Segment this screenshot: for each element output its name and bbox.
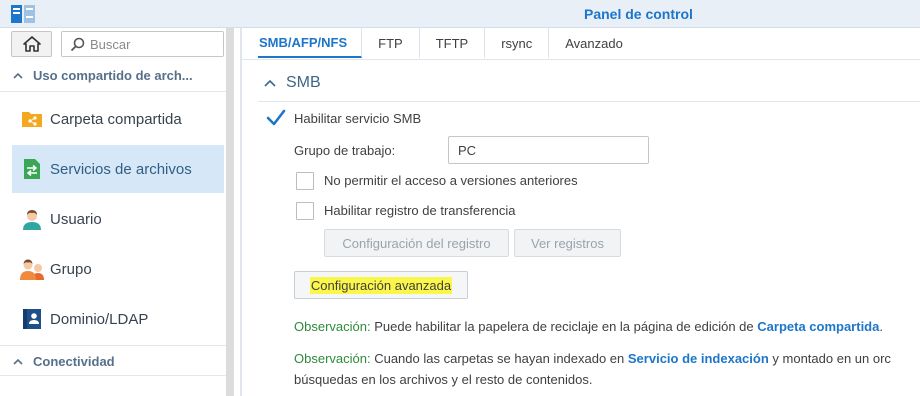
note-text: y montado en un orc xyxy=(768,351,891,366)
checkmark-icon xyxy=(266,109,286,126)
tab-ftp[interactable]: FTP xyxy=(362,28,420,58)
sidebar-divider xyxy=(240,28,242,396)
indexing-service-link[interactable]: Servicio de indexación xyxy=(628,351,769,366)
smb-section-header[interactable]: SMB xyxy=(264,74,321,92)
deny-previous-versions-label: No permitir el acceso a versiones anteri… xyxy=(324,173,578,188)
tab-advanced[interactable]: Avanzado xyxy=(549,28,639,58)
section-divider xyxy=(0,375,226,376)
section-connectivity[interactable]: Conectividad xyxy=(13,351,115,371)
enable-smb-checkbox[interactable] xyxy=(266,109,286,127)
note-text: Puede habilitar la papelera de reciclaje… xyxy=(370,319,758,334)
home-icon xyxy=(22,36,41,52)
note-suffix: . xyxy=(879,319,883,334)
workgroup-label: Grupo de trabajo: xyxy=(294,143,396,158)
tab-smb-afp-nfs[interactable]: SMB/AFP/NFS xyxy=(258,28,363,58)
title-bar: Panel de control xyxy=(0,0,920,28)
chevron-up-icon xyxy=(13,358,23,365)
sidebar-item-user[interactable]: Usuario xyxy=(12,195,224,243)
control-panel-app-icon xyxy=(11,5,35,23)
section-connectivity-label: Conectividad xyxy=(33,353,115,369)
window-title: Panel de control xyxy=(584,6,693,22)
tab-bar: SMB/AFP/NFS FTP TFTP rsync Avanzado xyxy=(258,28,639,60)
enable-smb-label: Habilitar servicio SMB xyxy=(294,111,422,126)
user-icon xyxy=(20,207,44,231)
tab-rsync[interactable]: rsync xyxy=(485,28,550,58)
deny-previous-versions-checkbox[interactable] xyxy=(296,172,314,190)
section-divider xyxy=(258,101,920,102)
sidebar-item-shared-folder[interactable]: Carpeta compartida xyxy=(12,95,224,143)
smb-section-title: SMB xyxy=(286,74,321,91)
tab-tftp[interactable]: TFTP xyxy=(420,28,486,58)
home-button[interactable] xyxy=(11,31,52,57)
sidebar-item-file-services[interactable]: Servicios de archivos xyxy=(12,145,224,193)
search-icon xyxy=(70,37,85,52)
transfer-log-label: Habilitar registro de transferencia xyxy=(324,203,516,218)
advanced-settings-label: Configuración avanzada xyxy=(309,276,453,294)
workgroup-input[interactable] xyxy=(448,136,649,164)
sidebar-item-group[interactable]: Grupo xyxy=(12,245,224,293)
note-prefix: Observación: xyxy=(294,351,371,366)
sidebar-item-label: Dominio/LDAP xyxy=(50,310,149,328)
tab-divider xyxy=(242,59,920,60)
sidebar-item-domain-ldap[interactable]: Dominio/LDAP xyxy=(12,295,224,343)
sidebar-item-label: Servicios de archivos xyxy=(50,160,192,178)
note-text: Cuando las carpetas se hayan indexado en xyxy=(370,351,628,366)
note-indexing: Observación: Cuando las carpetas se haya… xyxy=(294,350,891,367)
sidebar-scrollbar[interactable] xyxy=(226,28,234,396)
transfer-log-checkbox[interactable] xyxy=(296,202,314,220)
sidebar-item-label: Usuario xyxy=(50,210,102,228)
note-indexing-line2: búsquedas en los archivos y el resto de … xyxy=(294,372,593,387)
view-logs-button[interactable]: Ver registros xyxy=(514,229,621,257)
domain-ldap-icon xyxy=(20,307,44,331)
sidebar-item-label: Carpeta compartida xyxy=(50,110,182,128)
log-settings-button[interactable]: Configuración del registro xyxy=(324,229,509,257)
section-divider xyxy=(0,345,226,346)
search-box[interactable] xyxy=(61,31,224,57)
search-input[interactable] xyxy=(90,35,220,53)
note-prefix: Observación: xyxy=(294,319,371,334)
sidebar-item-label: Grupo xyxy=(50,260,92,278)
chevron-up-icon xyxy=(13,72,23,79)
section-file-sharing-label: Uso compartido de arch... xyxy=(33,67,193,83)
group-icon xyxy=(20,257,44,281)
advanced-settings-button[interactable]: Configuración avanzada xyxy=(294,271,468,299)
chevron-up-icon xyxy=(264,79,276,87)
note-recycle-bin: Observación: Puede habilitar la papelera… xyxy=(294,318,883,335)
shared-folder-icon xyxy=(20,107,44,131)
file-services-icon xyxy=(20,157,44,181)
section-divider xyxy=(0,91,226,92)
section-file-sharing[interactable]: Uso compartido de arch... xyxy=(13,65,193,85)
shared-folder-link[interactable]: Carpeta compartida xyxy=(757,319,879,334)
